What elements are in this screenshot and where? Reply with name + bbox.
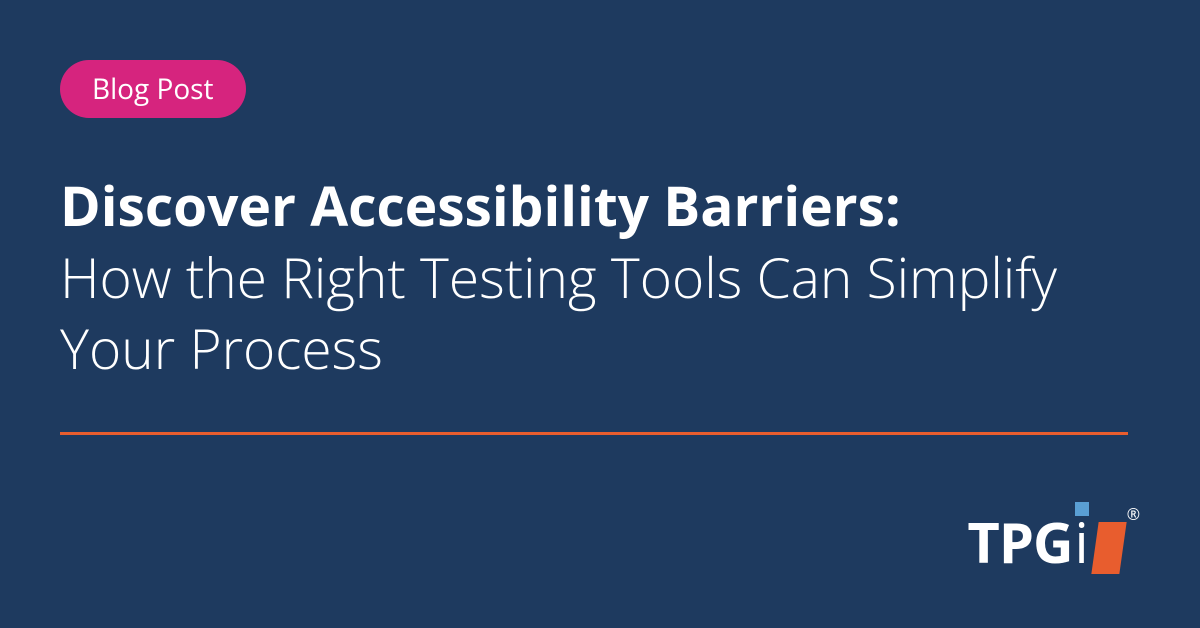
badge-label: Blog Post bbox=[92, 70, 214, 108]
logo-suffix: i bbox=[1075, 504, 1089, 580]
heading-bold: Discover Accessibility Barriers: bbox=[60, 170, 1140, 242]
heading-container: Discover Accessibility Barriers: How the… bbox=[60, 170, 1140, 385]
accent-underline bbox=[60, 432, 1128, 435]
logo-i-accent bbox=[1075, 502, 1089, 516]
logo-door-icon bbox=[1091, 522, 1126, 574]
brand-logo: TPG i ® bbox=[967, 504, 1140, 580]
category-badge: Blog Post bbox=[60, 60, 246, 118]
logo-main-text: TPG bbox=[967, 504, 1072, 580]
logo-registered: ® bbox=[1127, 503, 1140, 525]
heading-light: How the Right Testing Tools Can Simplify… bbox=[60, 242, 1140, 385]
